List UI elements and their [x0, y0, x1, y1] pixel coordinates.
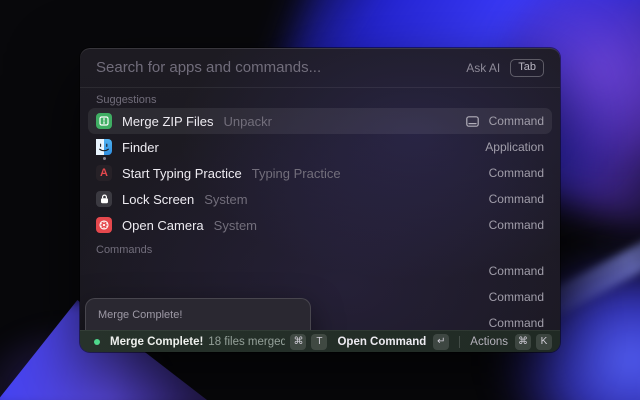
section-header-commands: Commands	[88, 238, 552, 258]
item-subtitle: Typing Practice	[252, 166, 341, 181]
ask-ai-label[interactable]: Ask AI	[466, 61, 500, 75]
letter-a-glyph: A	[100, 168, 108, 179]
toast-title: Merge Complete!	[98, 309, 298, 321]
section-header-suggestions: Suggestions	[88, 88, 552, 108]
item-type-label: Command	[489, 218, 544, 232]
list-item-command-1[interactable]: Command	[88, 258, 552, 284]
merge-complete-toast: Merge Complete! 18 files merged, 1 dupli…	[85, 298, 311, 330]
command-panel-icon	[466, 116, 479, 127]
item-subtitle: System	[214, 218, 257, 233]
t-key-badge: T	[311, 334, 327, 350]
letter-a-icon: A	[96, 165, 112, 181]
results-list: Suggestions Merge ZIP Files Unpackr Comm…	[80, 88, 560, 330]
item-subtitle: System	[204, 192, 247, 207]
cmd-key-badge: ⌘	[515, 334, 531, 350]
launcher-window: Ask AI Tab Suggestions Merge ZIP Files U…	[80, 48, 560, 352]
list-item-open-camera[interactable]: Open Camera System Command	[88, 212, 552, 238]
item-title: Merge ZIP Files	[122, 114, 214, 129]
tab-key-badge: Tab	[510, 59, 544, 77]
list-item-finder[interactable]: Finder Application	[88, 134, 552, 160]
search-input[interactable]	[96, 59, 456, 76]
item-title: Finder	[122, 140, 159, 155]
list-item-start-typing-practice[interactable]: A Start Typing Practice Typing Practice …	[88, 160, 552, 186]
zip-merge-icon	[96, 113, 112, 129]
list-item-merge-zip-files[interactable]: Merge ZIP Files Unpackr Command	[88, 108, 552, 134]
item-type-label: Application	[485, 140, 544, 154]
item-title: Open Camera	[122, 218, 204, 233]
status-success-dot	[94, 339, 100, 345]
item-type-label: Command	[489, 316, 544, 330]
item-title: Start Typing Practice	[122, 166, 242, 181]
finder-icon	[96, 139, 112, 155]
item-type-label: Command	[489, 290, 544, 304]
status-bar: Merge Complete! 18 files merged, 1 dupli…	[80, 330, 560, 352]
list-item-lock-screen[interactable]: Lock Screen System Command	[88, 186, 552, 212]
return-key-badge: ↵	[433, 334, 449, 350]
status-title: Merge Complete!	[110, 336, 203, 348]
status-detail: 18 files merged, 1 duplicates skippe…	[208, 336, 285, 348]
camera-icon	[96, 217, 112, 233]
open-command-button[interactable]: Open Command	[337, 336, 426, 348]
statusbar-divider	[459, 336, 460, 348]
cmd-key-badge: ⌘	[290, 334, 306, 350]
actions-button[interactable]: Actions	[470, 336, 508, 348]
lock-icon	[96, 191, 112, 207]
item-type-label: Command	[489, 114, 544, 128]
search-bar: Ask AI Tab	[80, 48, 560, 88]
item-title: Lock Screen	[122, 192, 194, 207]
k-key-badge: K	[536, 334, 552, 350]
item-type-label: Command	[489, 166, 544, 180]
item-type-label: Command	[489, 264, 544, 278]
item-subtitle: Unpackr	[224, 114, 272, 129]
running-indicator-dot	[103, 157, 106, 160]
item-type-label: Command	[489, 192, 544, 206]
